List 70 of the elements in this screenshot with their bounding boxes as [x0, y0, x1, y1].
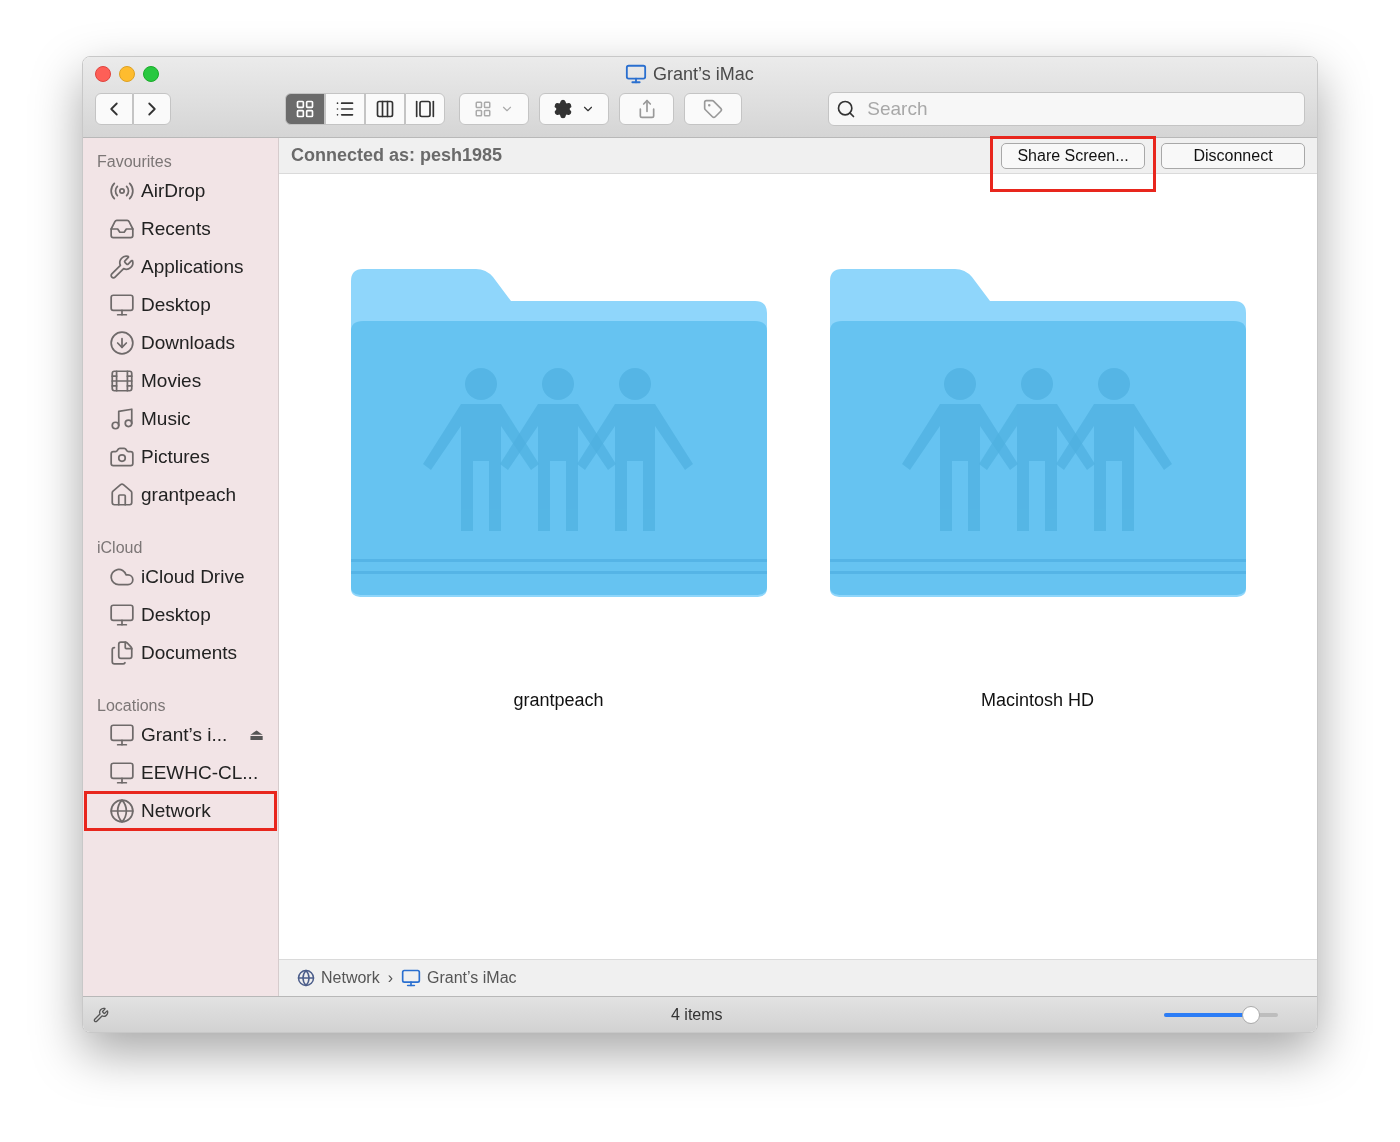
- sidebar-item[interactable]: Applications: [109, 252, 244, 282]
- sidebar-item[interactable]: Desktop: [109, 290, 211, 320]
- sidebar-item[interactable]: Network: [109, 796, 211, 826]
- sidebar-item[interactable]: EEWHC-CL...: [109, 758, 259, 788]
- sidebar-item[interactable]: Documents: [109, 638, 238, 668]
- icon-view-icon: [295, 99, 315, 119]
- column-view-icon: [375, 99, 395, 119]
- music-note-icon: [109, 406, 135, 432]
- sidebar-section-title: Locations: [97, 696, 167, 716]
- tools-icon[interactable]: [93, 1006, 109, 1023]
- disconnect-button[interactable]: Disconnect: [1161, 142, 1305, 169]
- shared-folder-icon: [350, 269, 767, 597]
- share-screen-button[interactable]: Share Screen...: [1001, 142, 1145, 169]
- sidebar-item[interactable]: Downloads: [109, 328, 235, 358]
- film-icon: [109, 368, 135, 394]
- zoom-button[interactable]: [143, 66, 159, 82]
- desktop-icon: [109, 292, 135, 318]
- sidebar-item[interactable]: Pictures: [109, 442, 210, 472]
- window-title: Grant’s iMac: [653, 62, 754, 86]
- column-view-button[interactable]: [365, 93, 405, 125]
- sidebar-item[interactable]: Movies: [109, 366, 202, 396]
- search-field[interactable]: Search: [828, 92, 1305, 126]
- sidebar-item[interactable]: AirDrop: [109, 176, 206, 206]
- back-button[interactable]: [95, 93, 133, 125]
- imac-icon: [401, 968, 421, 988]
- house-icon: [109, 482, 135, 508]
- path-item[interactable]: Network: [321, 966, 380, 990]
- sidebar-item[interactable]: Recents: [109, 214, 211, 244]
- camera-icon: [109, 444, 135, 470]
- sidebar-item[interactable]: iCloud Drive: [109, 562, 245, 592]
- slider-thumb[interactable]: [1241, 1005, 1260, 1024]
- imac-icon: [625, 63, 647, 85]
- gallery-view-button[interactable]: [405, 93, 445, 125]
- sidebar-item[interactable]: Grant’s i...: [109, 720, 228, 750]
- tools-icon: [109, 254, 135, 280]
- action-button[interactable]: [538, 93, 609, 125]
- list-view-button[interactable]: [325, 93, 365, 125]
- connected-as-text: Connected as: pesh1985: [291, 144, 503, 167]
- globe-icon: [297, 969, 315, 987]
- item-count: 4 items: [671, 1004, 723, 1025]
- tag-button[interactable]: [684, 93, 743, 125]
- gear-icon: [552, 99, 573, 119]
- folder-name[interactable]: Macintosh HD: [980, 687, 1094, 714]
- globe-icon: [109, 798, 135, 824]
- search-icon: [836, 99, 857, 119]
- sidebar-section-title: Favourites: [97, 152, 173, 172]
- share-button[interactable]: [618, 93, 675, 125]
- desktop-icon: [109, 602, 135, 628]
- computer-icon: [109, 722, 135, 748]
- eject-button[interactable]: ⏏: [249, 723, 264, 747]
- gallery-view-icon: [415, 99, 435, 119]
- path-separator: ›: [387, 968, 393, 988]
- sidebar-item[interactable]: grantpeach: [109, 480, 237, 510]
- folder-name[interactable]: grantpeach: [513, 687, 604, 714]
- sidebar-item[interactable]: Desktop: [109, 600, 211, 630]
- download-icon: [109, 330, 135, 356]
- forward-button[interactable]: [133, 93, 171, 125]
- computer-icon: [109, 760, 135, 786]
- list-view-icon: [335, 99, 355, 119]
- icon-view-button[interactable]: [285, 93, 325, 125]
- group-button[interactable]: [459, 93, 529, 125]
- grid-icon: [473, 100, 492, 118]
- sidebar-item[interactable]: Music: [109, 404, 191, 434]
- sidebar-section-title: iCloud: [97, 538, 144, 558]
- documents-icon: [109, 640, 135, 666]
- tray-icon: [109, 216, 135, 242]
- shared-folder-icon: [829, 269, 1246, 597]
- close-button[interactable]: [95, 66, 111, 82]
- path-item[interactable]: Grant’s iMac: [427, 966, 517, 990]
- tag-icon: [703, 99, 724, 119]
